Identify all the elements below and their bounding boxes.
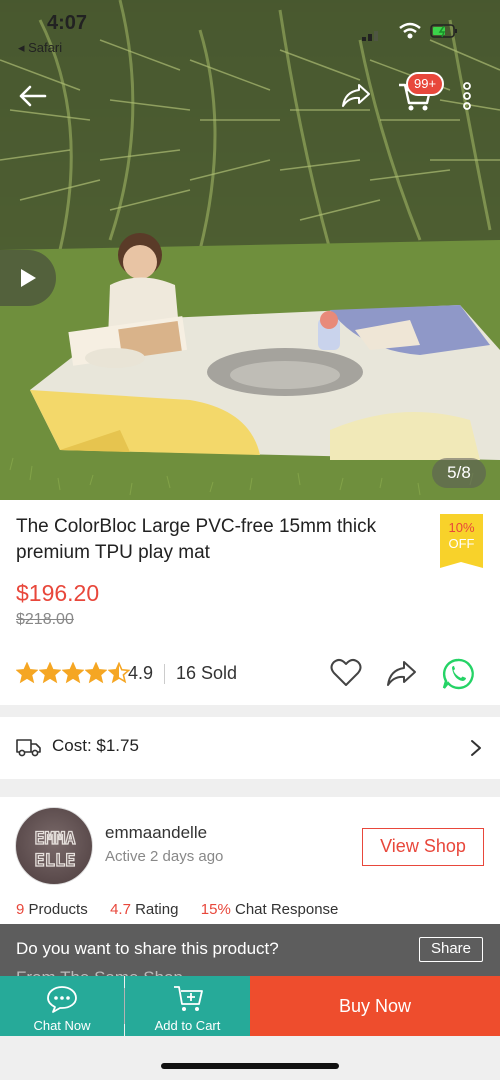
share-arrow-icon (342, 84, 370, 107)
shipping-cost-label: Cost: $1.75 (52, 736, 139, 755)
play-video-button[interactable] (0, 250, 56, 306)
more-options-button[interactable] (452, 78, 482, 114)
cart-add-icon (173, 986, 203, 1011)
shop-stats: 9 Products 4.7 Rating 15% Chat Response (16, 901, 338, 918)
wifi-icon (398, 22, 422, 45)
shop-logo: EMMA ELLE (34, 828, 76, 871)
shop-avatar[interactable]: EMMA ELLE (15, 807, 93, 885)
truck-icon (16, 737, 42, 762)
favorite-button[interactable] (329, 656, 363, 690)
discount-percent: 10% (448, 520, 475, 535)
products-count: 9 (16, 901, 25, 918)
discount-off-label: OFF (448, 536, 475, 551)
rating-value: 4.9 (128, 663, 154, 683)
product-title: The ColorBloc Large PVC-free 15mm thick … (16, 516, 377, 563)
share-button[interactable] (384, 656, 418, 690)
shop-active-status: Active 2 days ago (105, 848, 224, 865)
section-heading-peek: From The Same Shop (16, 968, 183, 976)
discount-badge: 10% OFF (440, 514, 483, 568)
add-to-cart-label: Add to Cart (154, 1018, 221, 1033)
play-icon (21, 269, 36, 287)
share-arrow-icon (387, 661, 416, 686)
status-bar: 4:07 ◂ Safari (0, 10, 500, 56)
shop-panel: EMMA ELLE emmaandelle Active 2 days ago … (0, 797, 500, 927)
bottom-action-bar: Chat Now Add to Cart Buy Now (0, 976, 500, 1036)
whatsapp-icon (442, 658, 474, 690)
image-counter: 5/8 (432, 458, 486, 488)
cellular-signal-icon (362, 28, 384, 46)
shop-name[interactable]: emmaandelle (105, 823, 207, 843)
chat-now-label: Chat Now (33, 1018, 91, 1033)
shop-rating-label: Rating (135, 901, 179, 918)
rating-stars (16, 662, 130, 684)
star-icon (85, 662, 107, 684)
divider (164, 664, 165, 684)
chevron-right-icon (470, 739, 482, 762)
chat-now-button[interactable]: Chat Now (0, 976, 124, 1036)
sold-count: 16 Sold (176, 663, 238, 683)
shop-rating-value: 4.7 (110, 901, 131, 918)
heart-icon (330, 658, 362, 686)
view-shop-button[interactable]: View Shop (362, 828, 484, 866)
products-label: Products (28, 901, 88, 918)
add-to-cart-button[interactable]: Add to Cart (125, 976, 250, 1036)
product-info-panel: The ColorBloc Large PVC-free 15mm thick … (0, 500, 500, 705)
cart-count-badge: 99+ (406, 72, 445, 96)
star-icon (16, 662, 38, 684)
buy-now-button[interactable]: Buy Now (250, 976, 500, 1036)
share-prompt-banner: From The Same Shop Do you want to share … (0, 924, 500, 976)
home-indicator[interactable] (161, 1063, 339, 1069)
status-time: 4:07 (47, 12, 88, 34)
home-indicator-area (0, 1036, 500, 1080)
star-icon (39, 662, 61, 684)
star-icon (108, 662, 130, 684)
original-price: $218.00 (16, 611, 74, 628)
product-image-gallery[interactable]: 4:07 ◂ Safari 99+ 5/8 (0, 0, 500, 500)
share-prompt-button[interactable]: Share (419, 937, 483, 962)
arrow-left-icon (19, 85, 47, 107)
star-icon (62, 662, 84, 684)
shipping-cost-row[interactable]: Cost: $1.75 (0, 717, 500, 779)
current-price: $196.20 (16, 580, 100, 606)
svg-text:EMMA: EMMA (35, 829, 76, 849)
chat-response-label: Chat Response (235, 901, 339, 918)
battery-icon (430, 24, 458, 43)
share-prompt-text: Do you want to share this product? (16, 939, 279, 958)
whatsapp-share-button[interactable] (440, 656, 476, 692)
share-top-button[interactable] (336, 78, 376, 114)
more-vertical-icon (463, 82, 471, 110)
svg-text:ELLE: ELLE (35, 851, 76, 871)
back-button[interactable] (12, 78, 52, 114)
chat-response-value: 15% (200, 901, 231, 918)
back-to-app-link[interactable]: ◂ Safari (18, 40, 62, 56)
chat-bubble-icon (47, 986, 77, 1013)
